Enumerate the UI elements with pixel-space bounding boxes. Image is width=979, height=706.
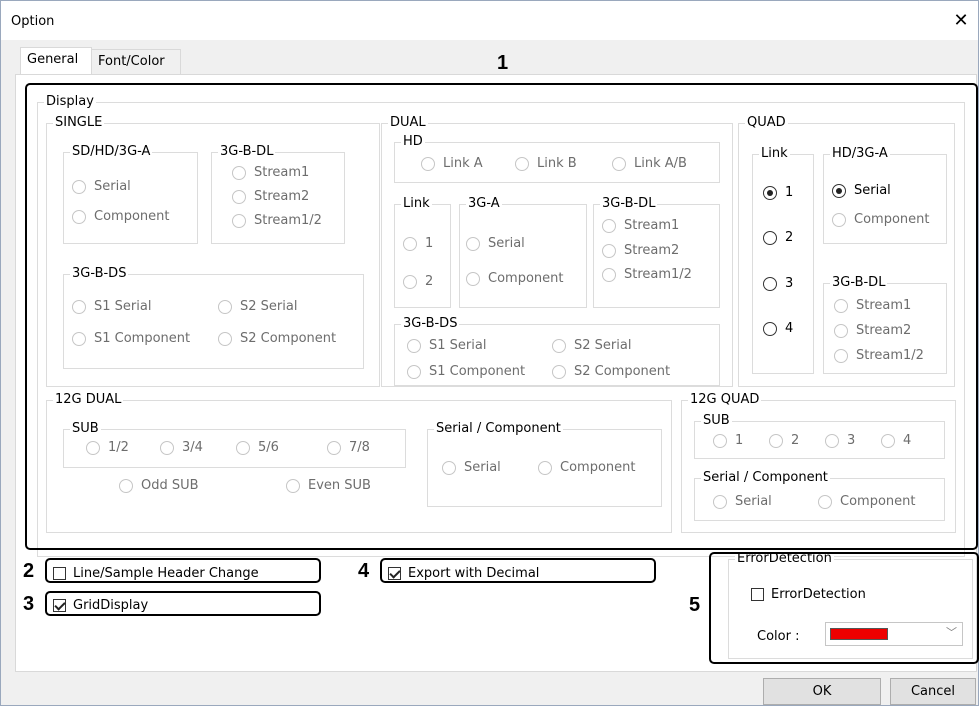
close-icon[interactable]: ✕ [950, 10, 972, 32]
ok-button-label: OK [812, 684, 832, 699]
callout-number-2: 2 [23, 560, 35, 582]
callout-number-4: 4 [358, 560, 370, 582]
window-title: Option [11, 14, 55, 29]
cancel-button[interactable]: Cancel [890, 678, 976, 705]
ok-button[interactable]: OK [763, 678, 881, 705]
cancel-button-label: Cancel [910, 684, 956, 699]
tab-general[interactable]: General [20, 47, 92, 74]
callout-number-3: 3 [23, 593, 35, 615]
callout-number-5: 5 [689, 594, 701, 616]
tab-general-label: General [27, 52, 79, 67]
callout-box-5 [709, 552, 979, 664]
tab-font-color[interactable]: Font/Color [91, 49, 181, 74]
tab-font-color-label: Font/Color [98, 54, 165, 69]
callout-box-4 [380, 558, 656, 583]
option-dialog: Option ✕ General Font/Color Display SING… [0, 0, 979, 706]
callout-number-1: 1 [497, 52, 509, 74]
callout-box-2 [45, 558, 321, 583]
callout-box-3 [45, 591, 321, 616]
title-bar: Option ✕ [1, 1, 978, 40]
callout-box-1 [25, 83, 978, 550]
